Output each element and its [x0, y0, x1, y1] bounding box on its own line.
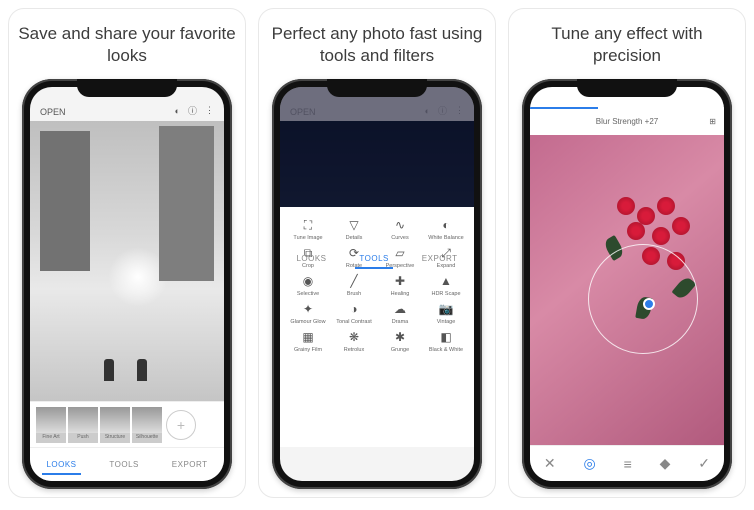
looks-strip: Fine Art Push Structure Silhouette +	[30, 401, 224, 447]
tool-tune-image[interactable]: ⛶ Tune Image	[286, 217, 330, 241]
tool-icon: ◐	[438, 217, 454, 233]
compare-icon[interactable]: ⊞	[709, 117, 716, 126]
tool-label: Vintage	[437, 319, 456, 325]
tool-drama[interactable]: ☁ Drama	[378, 301, 422, 325]
tool-label: Grunge	[391, 347, 409, 353]
tool-label: Details	[346, 235, 363, 241]
nav-export[interactable]: EXPORT	[168, 454, 212, 475]
tool-icon: ✱	[392, 329, 408, 345]
tool-icon: ∿	[392, 217, 408, 233]
tool-icon: ☁	[392, 301, 408, 317]
sliders-icon[interactable]: ≡	[624, 456, 632, 472]
tool-grunge[interactable]: ✱ Grunge	[378, 329, 422, 353]
nav-tools[interactable]: TOOLS	[105, 454, 142, 475]
tool-label: Healing	[391, 291, 410, 297]
caption-1: Save and share your favorite looks	[17, 23, 237, 67]
tool-label: Drama	[392, 319, 409, 325]
tool-vintage[interactable]: 📷 Vintage	[424, 301, 468, 325]
slider-row[interactable]: Blur Strength +27 ⊞	[530, 107, 724, 135]
tool-label: Grainy Film	[294, 347, 322, 353]
tool-glamour-glow[interactable]: ✦ Glamour Glow	[286, 301, 330, 325]
tool-healing[interactable]: ✚ Healing	[378, 273, 422, 297]
screen-3: Blur Strength +27 ⊞	[530, 87, 724, 481]
photo-canvas[interactable]	[530, 135, 724, 445]
flash-icon[interactable]: ◐	[175, 106, 180, 116]
caption-3: Tune any effect with precision	[517, 23, 737, 67]
photo-canvas[interactable]	[30, 121, 224, 401]
tool-icon: ╱	[346, 273, 362, 289]
phone-frame-2: OPEN ◐ ⓘ ⋮ ⛶Tune Image▽Details∿Curves◐Wh…	[272, 79, 482, 489]
screenshot-panel-3: Tune any effect with precision Blur Stre…	[508, 8, 746, 498]
tool-details[interactable]: ▽ Details	[332, 217, 376, 241]
look-thumb[interactable]: Push	[68, 407, 98, 443]
nav-export[interactable]: EXPORT	[418, 248, 462, 269]
tool-tonal-contrast[interactable]: ◑ Tonal Contrast	[332, 301, 376, 325]
tool-icon: ▦	[300, 329, 316, 345]
tool-label: Retrolux	[344, 347, 364, 353]
info-icon[interactable]: ⓘ	[188, 104, 197, 117]
tool-hdr-scape[interactable]: ▲ HDR Scape	[424, 273, 468, 297]
open-button[interactable]: OPEN	[40, 107, 66, 117]
tool-icon: ❋	[346, 329, 362, 345]
look-thumb[interactable]: Fine Art	[36, 407, 66, 443]
add-look-button[interactable]: +	[166, 410, 196, 440]
tool-label: Tune Image	[293, 235, 322, 241]
blur-radius-circle[interactable]	[588, 244, 698, 354]
tool-label: Selective	[297, 291, 319, 297]
bottom-nav: LOOKS TOOLS EXPORT	[30, 447, 224, 481]
confirm-icon[interactable]: ✓	[698, 455, 710, 472]
tools-sheet: ⛶ Tune Image ▽ Details ∿ Curves ◐ White Balance…	[280, 207, 474, 447]
look-thumb[interactable]: Silhouette	[132, 407, 162, 443]
tool-icon: 📷	[438, 301, 454, 317]
tool-label: Black & White	[429, 347, 463, 353]
slider-progress	[530, 107, 598, 109]
close-icon[interactable]: ✕	[544, 455, 556, 472]
tool-label: White Balance	[428, 235, 463, 241]
tool-icon: ▲	[438, 273, 454, 289]
blur-center-handle[interactable]	[643, 298, 655, 310]
tool-icon: ◧	[438, 329, 454, 345]
look-thumb[interactable]: Structure	[100, 407, 130, 443]
tool-white-balance[interactable]: ◐ White Balance	[424, 217, 468, 241]
tool-icon: ▱	[392, 245, 408, 261]
tool-label: Tonal Contrast	[336, 319, 371, 325]
notch	[77, 79, 177, 97]
phone-frame-3: Blur Strength +27 ⊞	[522, 79, 732, 489]
nav-looks[interactable]: LOOKS	[42, 454, 80, 475]
screenshot-panel-2: Perfect any photo fast using tools and f…	[258, 8, 496, 498]
tool-icon: ◉	[300, 273, 316, 289]
tool-label: Glamour Glow	[290, 319, 325, 325]
tool-label: HDR Scape	[431, 291, 460, 297]
screenshot-panel-1: Save and share your favorite looks OPEN …	[8, 8, 246, 498]
caption-2: Perfect any photo fast using tools and f…	[267, 23, 487, 67]
more-icon[interactable]: ⋮	[205, 105, 214, 116]
tool-black-&-white[interactable]: ◧ Black & White	[424, 329, 468, 353]
tool-icon: ⛶	[300, 217, 316, 233]
tool-brush[interactable]: ╱ Brush	[332, 273, 376, 297]
tool-curves[interactable]: ∿ Curves	[378, 217, 422, 241]
tool-retrolux[interactable]: ❋ Retrolux	[332, 329, 376, 353]
target-icon[interactable]: ◎	[584, 455, 596, 472]
tool-icon: ▽	[346, 217, 362, 233]
tool-icon: ◑	[346, 301, 362, 317]
screen-1: OPEN ◐ ⓘ ⋮ Fine Art Push	[30, 87, 224, 481]
notch	[577, 79, 677, 97]
nav-looks[interactable]: LOOKS	[292, 248, 330, 269]
slider-label: Blur Strength +27	[596, 117, 658, 126]
tool-grainy-film[interactable]: ▦ Grainy Film	[286, 329, 330, 353]
phone-frame-1: OPEN ◐ ⓘ ⋮ Fine Art Push	[22, 79, 232, 489]
screen-2: OPEN ◐ ⓘ ⋮ ⛶Tune Image▽Details∿Curves◐Wh…	[280, 87, 474, 481]
nav-tools[interactable]: TOOLS	[355, 248, 392, 269]
tool-icon: ✦	[300, 301, 316, 317]
action-row: ✕ ◎ ≡ ◆ ✓	[530, 445, 724, 481]
tool-label: Brush	[347, 291, 361, 297]
tool-icon: ✚	[392, 273, 408, 289]
tool-selective[interactable]: ◉ Selective	[286, 273, 330, 297]
styles-icon[interactable]: ◆	[660, 455, 671, 472]
tool-label: Curves	[391, 235, 408, 241]
notch	[327, 79, 427, 97]
